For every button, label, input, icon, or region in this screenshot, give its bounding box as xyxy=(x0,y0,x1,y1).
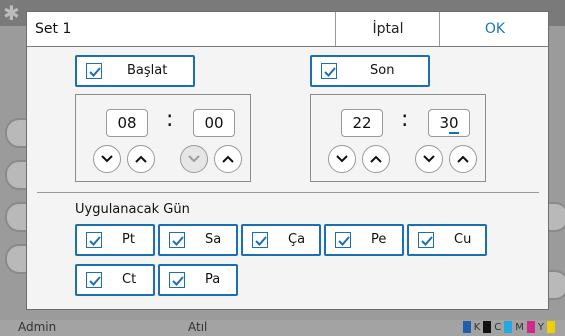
day-checkbox-ct[interactable]: Ct xyxy=(75,264,155,296)
end-time-group: 22 : 30 xyxy=(310,94,486,182)
start-minute-down-button xyxy=(180,145,208,173)
chevron-up-icon xyxy=(457,155,469,163)
chevron-up-icon xyxy=(370,155,382,163)
toner-indicator: KCMY xyxy=(462,321,555,333)
dialog-title: Set 1 xyxy=(35,21,72,37)
start-time-group: 08 : 00 xyxy=(75,94,251,182)
checkbox-icon xyxy=(86,272,102,288)
chevron-up-icon xyxy=(135,155,147,163)
start-label: Başlat xyxy=(127,63,168,78)
end-minute-field[interactable]: 30 xyxy=(428,109,470,137)
active-digit: 0 xyxy=(449,114,459,134)
checkbox-icon xyxy=(252,232,268,248)
start-hour-field[interactable]: 08 xyxy=(106,109,148,137)
start-minute-field[interactable]: 00 xyxy=(193,109,235,137)
section-divider xyxy=(37,192,539,193)
day-label: Pa xyxy=(205,272,221,287)
checkbox-icon xyxy=(169,272,185,288)
day-label: Pe xyxy=(371,232,387,247)
status-bar: Admin Atıl KCMY xyxy=(0,320,565,336)
user-label: Admin xyxy=(18,320,57,334)
day-label: Cu xyxy=(454,232,472,247)
dialog-titlebar: Set 1 İptal OK xyxy=(27,12,548,47)
start-hour-up-button[interactable] xyxy=(127,145,155,173)
start-minute-up-button[interactable] xyxy=(214,145,242,173)
day-checkbox-sa[interactable]: Sa xyxy=(158,224,238,256)
minute-digit: 3 xyxy=(439,114,449,132)
day-checkbox-pe[interactable]: Pe xyxy=(324,224,404,256)
gear-icon: ✱ xyxy=(3,1,20,25)
status-label: Atıl xyxy=(188,320,208,334)
checkbox-icon xyxy=(418,232,434,248)
ok-button[interactable]: OK xyxy=(439,12,550,46)
day-label: Ça xyxy=(288,232,306,247)
end-checkbox[interactable]: Son xyxy=(310,55,430,87)
checkbox-icon xyxy=(86,232,102,248)
end-minute-down-button[interactable] xyxy=(415,145,443,173)
end-hour-up-button[interactable] xyxy=(362,145,390,173)
chevron-up-icon xyxy=(222,155,234,163)
start-checkbox[interactable]: Başlat xyxy=(75,55,195,87)
time-separator: : xyxy=(166,107,174,132)
set-dialog: Set 1 İptal OK Başlat Son 08 : 00 22: 3… xyxy=(26,11,549,310)
checkbox-icon xyxy=(321,63,337,79)
day-checkbox-pt[interactable]: Pt xyxy=(75,224,155,256)
day-label: Ct xyxy=(122,272,137,287)
time-separator: : xyxy=(401,107,409,132)
checkbox-icon xyxy=(335,232,351,248)
day-label: Sa xyxy=(205,232,222,247)
day-checkbox-ca[interactable]: Ça xyxy=(241,224,321,256)
checkbox-icon xyxy=(86,63,102,79)
day-label: Pt xyxy=(122,232,135,247)
day-checkbox-cu[interactable]: Cu xyxy=(407,224,487,256)
days-title: Uygulanacak Gün xyxy=(75,202,190,217)
cancel-button[interactable]: İptal xyxy=(335,12,440,46)
checkbox-icon xyxy=(169,232,185,248)
chevron-down-icon xyxy=(101,155,113,163)
end-label: Son xyxy=(370,63,395,78)
day-checkbox-pa[interactable]: Pa xyxy=(158,264,238,296)
chevron-down-icon xyxy=(336,155,348,163)
end-hour-field[interactable]: 22 xyxy=(341,109,383,137)
chevron-down-icon xyxy=(423,155,435,163)
end-minute-up-button[interactable] xyxy=(449,145,477,173)
end-hour-down-button[interactable] xyxy=(328,145,356,173)
chevron-down-icon xyxy=(188,155,200,163)
start-hour-down-button[interactable] xyxy=(93,145,121,173)
